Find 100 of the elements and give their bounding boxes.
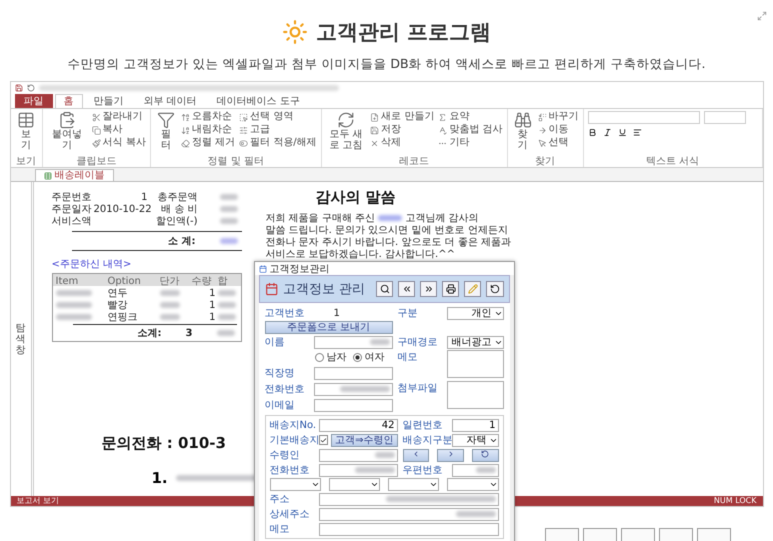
ribbon-button[interactable]: 바꾸기 xyxy=(538,111,579,123)
field-label: 첨부파일 xyxy=(398,382,438,395)
bold-icon[interactable] xyxy=(588,128,597,137)
blurred-text xyxy=(370,339,390,345)
ribbon-button[interactable]: 기타 xyxy=(438,137,503,149)
ribbon-button[interactable]: 필터 적용/해제 xyxy=(239,137,317,149)
edit-button[interactable] xyxy=(464,281,482,297)
field-label: 서비스액 xyxy=(52,216,92,228)
input-field[interactable] xyxy=(314,336,392,348)
font-size-field[interactable] xyxy=(704,111,746,124)
ribbon-button[interactable]: 잘라내기 xyxy=(92,111,146,123)
pencil-icon xyxy=(468,284,478,294)
blurred-text xyxy=(456,511,496,517)
input-field[interactable] xyxy=(314,382,392,396)
input-field[interactable] xyxy=(452,464,498,476)
ribbon-button[interactable]: 복사 xyxy=(92,124,146,136)
ribbon-button[interactable]: 맞춤법 검사 xyxy=(438,124,503,136)
document-tab[interactable]: 배송레이블 xyxy=(34,169,114,181)
copy-icon xyxy=(92,126,101,134)
binoculars-icon xyxy=(514,111,532,129)
printer-icon xyxy=(446,284,456,294)
ribbon-button[interactable]: 모두 새로 고침 xyxy=(326,111,366,151)
input-field[interactable] xyxy=(314,366,392,380)
ribbon-group-label: 레코드 xyxy=(398,156,430,167)
blurred-text xyxy=(218,314,236,320)
blurred-text xyxy=(220,206,238,212)
ribbon-button[interactable]: 붙여넣기 xyxy=(46,111,88,151)
step-number: 1. xyxy=(152,469,168,487)
ribbon-button[interactable]: 요약 xyxy=(438,111,503,123)
attachment-field[interactable] xyxy=(446,381,504,409)
refresh-button[interactable] xyxy=(486,281,504,297)
total-label: 소계: xyxy=(138,327,162,340)
search-button[interactable] xyxy=(376,281,394,297)
fullscreen-icon[interactable] xyxy=(757,11,767,21)
navigation-pane-label: 탐색 창 xyxy=(16,322,26,356)
document-thumbnail xyxy=(658,528,692,541)
dropdown[interactable] xyxy=(447,478,498,491)
ribbon-button[interactable]: 고급 xyxy=(239,124,317,136)
field-label: 이메일 xyxy=(264,399,296,412)
font-name-field[interactable] xyxy=(588,111,700,124)
input-field[interactable] xyxy=(318,522,498,536)
field-label: 전화번호 xyxy=(264,383,306,396)
previous-button[interactable] xyxy=(398,281,416,297)
ribbon-button[interactable]: 필터 xyxy=(154,111,177,151)
table-cell-text: 1 xyxy=(208,288,216,298)
search-icon xyxy=(380,284,390,294)
ribbon-button[interactable]: 이동 xyxy=(538,124,579,136)
dropdown[interactable] xyxy=(388,478,440,491)
blurred-text xyxy=(160,290,180,296)
checkbox[interactable] xyxy=(318,435,328,445)
ribbon-button[interactable]: 오름차순 xyxy=(180,111,236,123)
copy-receiver-button[interactable]: 고객⇒수령인 xyxy=(331,434,398,446)
input-field[interactable] xyxy=(318,464,398,476)
input-field[interactable] xyxy=(318,448,398,462)
table-cell-text: 연두 xyxy=(108,287,128,300)
input-field[interactable] xyxy=(314,398,392,412)
ribbon-button[interactable]: 보기 xyxy=(14,111,38,151)
ribbon-group-label: 텍스트 서식 xyxy=(644,156,700,167)
document-thumbnail xyxy=(544,528,578,541)
memo-field[interactable] xyxy=(446,350,504,378)
refresh-icon xyxy=(481,450,490,458)
radio-button[interactable] xyxy=(352,352,362,362)
ribbon-button[interactable]: 저장 xyxy=(370,124,434,136)
ribbon-group-label: 클립보드 xyxy=(75,156,118,167)
ribbon-group-label: 정렬 및 필터 xyxy=(206,156,265,167)
input-field[interactable] xyxy=(318,492,498,506)
field-label: 전화번호 xyxy=(270,464,310,477)
dropdown[interactable] xyxy=(328,478,380,491)
ribbon-button[interactable]: 선택 영역 xyxy=(239,111,317,123)
selection-icon xyxy=(239,112,248,122)
refresh-button[interactable] xyxy=(472,448,499,462)
ribbon-tab[interactable]: 파일 xyxy=(14,94,52,108)
dropdown[interactable]: 자택 xyxy=(452,434,498,446)
dropdown[interactable]: 배너광고 xyxy=(446,336,504,348)
document-thumbnail xyxy=(696,528,730,541)
chevrons-right-icon xyxy=(424,284,434,294)
next-button[interactable] xyxy=(420,281,438,297)
italic-icon[interactable] xyxy=(602,128,612,137)
print-button[interactable] xyxy=(442,281,460,297)
ribbon-group-label: 찾기 xyxy=(534,156,556,167)
input-field[interactable]: 1 xyxy=(452,418,498,432)
align-left-icon[interactable] xyxy=(632,128,642,137)
ribbon-button[interactable]: 선택 xyxy=(538,137,579,149)
dropdown[interactable]: 개인 xyxy=(446,306,504,320)
dropdown[interactable] xyxy=(270,478,321,491)
ribbon-tab[interactable]: 홈 xyxy=(54,94,82,108)
ribbon-button[interactable]: 새로 만들기 xyxy=(370,111,434,123)
radio-label: 여자 xyxy=(364,351,384,364)
field-label: 총주문액 xyxy=(156,192,198,204)
ribbon-button[interactable]: 서식 복사 xyxy=(92,137,146,149)
ribbon-button[interactable]: 삭제 xyxy=(370,137,434,149)
ribbon-button[interactable]: 정렬 제거 xyxy=(180,137,236,149)
sigma-icon xyxy=(438,112,448,122)
ribbon-button[interactable]: 내림차순 xyxy=(180,124,236,136)
send-order-button[interactable]: 주문폼으로 보내기 xyxy=(264,321,392,334)
input-field[interactable]: 42 xyxy=(318,418,398,432)
ribbon-button[interactable]: 찾기 xyxy=(512,111,534,151)
underline-icon[interactable] xyxy=(618,128,627,137)
input-field[interactable] xyxy=(318,508,498,520)
radio-button[interactable] xyxy=(314,352,324,362)
